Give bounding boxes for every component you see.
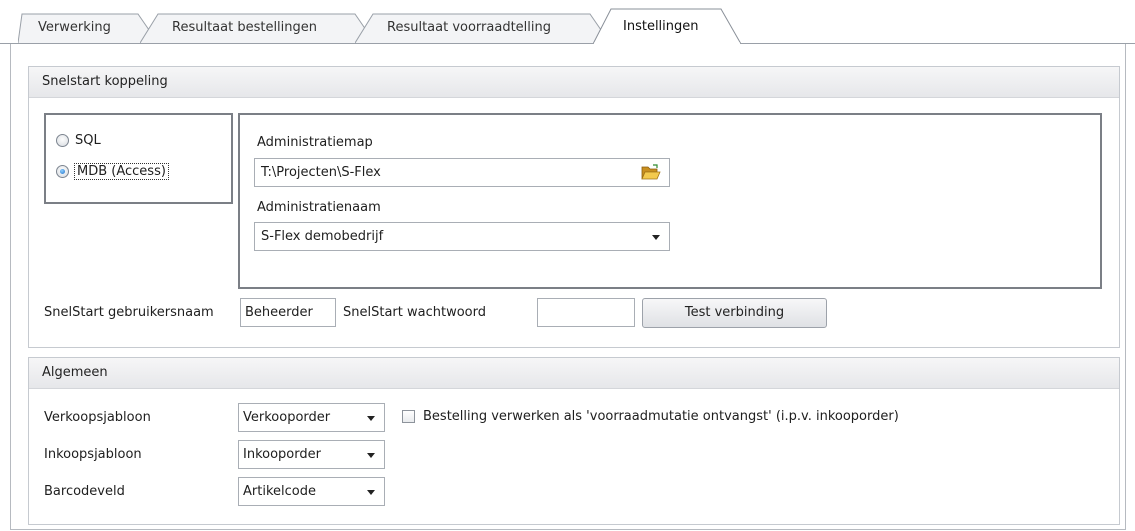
process-as-receipt-label[interactable]: Bestelling verwerken als 'voorraadmutati… [423,409,899,424]
tab-label: Verwerking [38,20,111,35]
tab-label: Resultaat bestellingen [172,20,318,35]
username-input[interactable]: Beheerder [240,298,336,327]
verkoop-template-value: Verkooporder [243,410,331,425]
open-folder-icon[interactable] [641,164,661,181]
radio-label: MDB (Access) [74,163,169,180]
admin-name-select[interactable]: S-Flex demobedrijf [254,222,670,251]
tab-resultaat-bestellingen[interactable]: Resultaat bestellingen [140,12,375,43]
chevron-down-icon[interactable] [367,490,375,495]
verkoop-template-select[interactable]: Verkooporder [238,403,385,432]
administration-panel: Administratiemap T:\Projecten\S-Flex Adm… [238,113,1102,289]
password-label: SnelStart wachtwoord [343,305,486,320]
admin-name-label: Administratienaam [257,200,381,215]
process-as-receipt-checkbox[interactable] [402,410,415,423]
tab-resultaat-voorraadtelling[interactable]: Resultaat voorraadtelling [355,12,610,43]
radio-circle[interactable] [56,134,69,147]
chevron-down-icon[interactable] [652,235,660,240]
admin-folder-value: T:\Projecten\S-Flex [261,165,381,180]
group-header: Algemeen [29,358,1119,389]
tab-verwerking[interactable]: Verwerking [18,12,158,43]
admin-name-value: S-Flex demobedrijf [261,229,384,244]
barcode-field-select[interactable]: Artikelcode [238,477,385,506]
verkoop-template-label: Verkoopsjabloon [44,410,151,425]
radio-label: SQL [75,133,101,148]
tab-instellingen[interactable]: Instellingen [593,8,741,44]
tab-strip: Verwerking Resultaat bestellingen Result… [0,0,1135,44]
inkoop-template-select[interactable]: Inkooporder [238,440,385,469]
chevron-down-icon[interactable] [367,416,375,421]
barcode-field-value: Artikelcode [243,484,316,499]
tab-label: Instellingen [623,19,699,34]
chevron-down-icon[interactable] [367,453,375,458]
radio-sql[interactable]: SQL [56,133,101,148]
inkoop-template-value: Inkooporder [243,447,321,462]
connection-type-radio-group: SQL MDB (Access) [44,113,233,204]
radio-circle[interactable] [56,165,69,178]
username-label: SnelStart gebruikersnaam [44,305,214,320]
radio-mdb[interactable]: MDB (Access) [56,163,169,180]
group-header: Snelstart koppeling [29,67,1119,98]
tab-label: Resultaat voorraadtelling [387,20,551,35]
username-value: Beheerder [245,305,313,320]
barcode-field-label: Barcodeveld [44,484,125,499]
inkoop-template-label: Inkoopsjabloon [44,447,142,462]
password-input[interactable] [537,298,635,327]
algemeen-group: Algemeen [28,357,1120,525]
test-connection-button[interactable]: Test verbinding [642,298,827,328]
admin-folder-label: Administratiemap [257,135,373,150]
admin-folder-input[interactable]: T:\Projecten\S-Flex [254,158,670,187]
